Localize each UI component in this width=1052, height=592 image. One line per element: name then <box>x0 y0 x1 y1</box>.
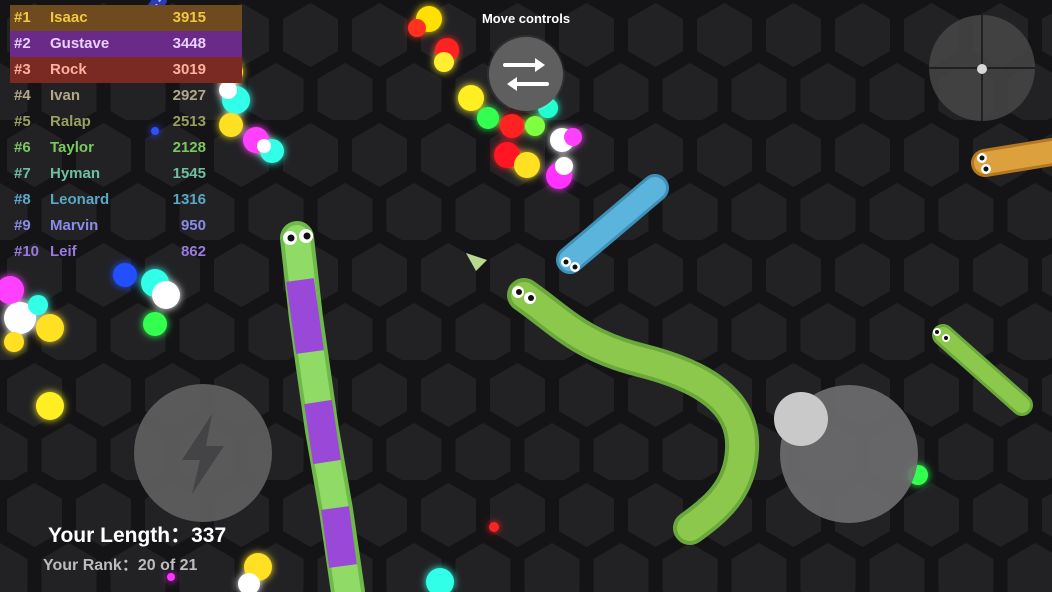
leaderboard-rank: #4 <box>14 87 31 104</box>
rank-value: 20 of 21 <box>137 557 198 574</box>
leaderboard-score: 1316 <box>172 191 206 208</box>
leaderboard-name: Ivan <box>50 87 81 104</box>
length-label: Your Length： <box>48 524 192 547</box>
leaderboard-rank: #10 <box>14 243 40 260</box>
joystick-knob[interactable] <box>774 392 828 446</box>
leaderboard-rank: #3 <box>14 61 31 78</box>
leaderboard-row: #5 Ralap 2513 <box>10 109 242 135</box>
leaderboard-row: #4 Ivan 2927 <box>10 83 242 109</box>
leaderboard-rank: #7 <box>14 165 31 182</box>
minimap <box>929 15 1035 121</box>
leaderboard-row: #7 Hyman 1545 <box>10 161 242 187</box>
leaderboard-score: 1545 <box>172 165 206 182</box>
leaderboard-score: 950 <box>180 217 206 234</box>
leaderboard-score: 3019 <box>172 61 206 78</box>
leaderboard-row: #8 Leonard 1316 <box>10 187 242 213</box>
leaderboard-row: #9 Marvin 950 <box>10 213 242 239</box>
leaderboard-name: Hyman <box>50 165 101 182</box>
leaderboard-name: Taylor <box>50 139 94 156</box>
lightning-icon <box>182 414 224 494</box>
leaderboard: #1 Isaac 3915 #2 Gustave 3448 #3 Rock 3019 #4 Ivan… <box>10 5 242 265</box>
rank-label: Your Rank： <box>43 557 138 574</box>
leaderboard-score: 862 <box>180 243 206 260</box>
leaderboard-name: Marvin <box>50 217 99 234</box>
leaderboard-score: 3448 <box>172 35 206 52</box>
boost-button[interactable] <box>134 384 272 522</box>
leaderboard-name: Leif <box>50 243 77 260</box>
swap-arrows-icon <box>503 58 549 91</box>
move-controls-button[interactable] <box>489 37 563 111</box>
leaderboard-row: #10 Leif 862 <box>10 239 242 265</box>
minimap-player-dot <box>977 64 987 74</box>
leaderboard-rank: #6 <box>14 139 31 156</box>
leaderboard-rank: #1 <box>14 9 31 26</box>
leaderboard-name: Rock <box>50 61 87 78</box>
leaderboard-score: 3915 <box>172 9 206 26</box>
leaderboard-name: Ralap <box>50 113 91 130</box>
leaderboard-name: Gustave <box>50 35 110 52</box>
leaderboard-rank: #8 <box>14 191 31 208</box>
leaderboard-row: #6 Taylor 2128 <box>10 135 242 161</box>
move-controls-label: Move controls <box>481 11 571 26</box>
leaderboard-score: 2128 <box>172 139 206 156</box>
leaderboard-row: #3 Rock 3019 <box>10 57 242 83</box>
leaderboard-rank: #5 <box>14 113 31 130</box>
leaderboard-row: #2 Gustave 3448 <box>10 31 242 57</box>
leaderboard-row: #1 Isaac 3915 <box>10 5 242 31</box>
leaderboard-rank: #2 <box>14 35 31 52</box>
your-length: Your Length：337 <box>48 519 226 549</box>
leaderboard-name: Isaac <box>50 9 88 26</box>
leaderboard-score: 2513 <box>172 113 206 130</box>
leaderboard-score: 2927 <box>172 87 206 104</box>
leaderboard-name: Leonard <box>50 191 110 208</box>
length-value: 337 <box>191 524 227 547</box>
your-rank: Your Rank：20 of 21 <box>43 551 197 575</box>
leaderboard-rank: #9 <box>14 217 31 234</box>
